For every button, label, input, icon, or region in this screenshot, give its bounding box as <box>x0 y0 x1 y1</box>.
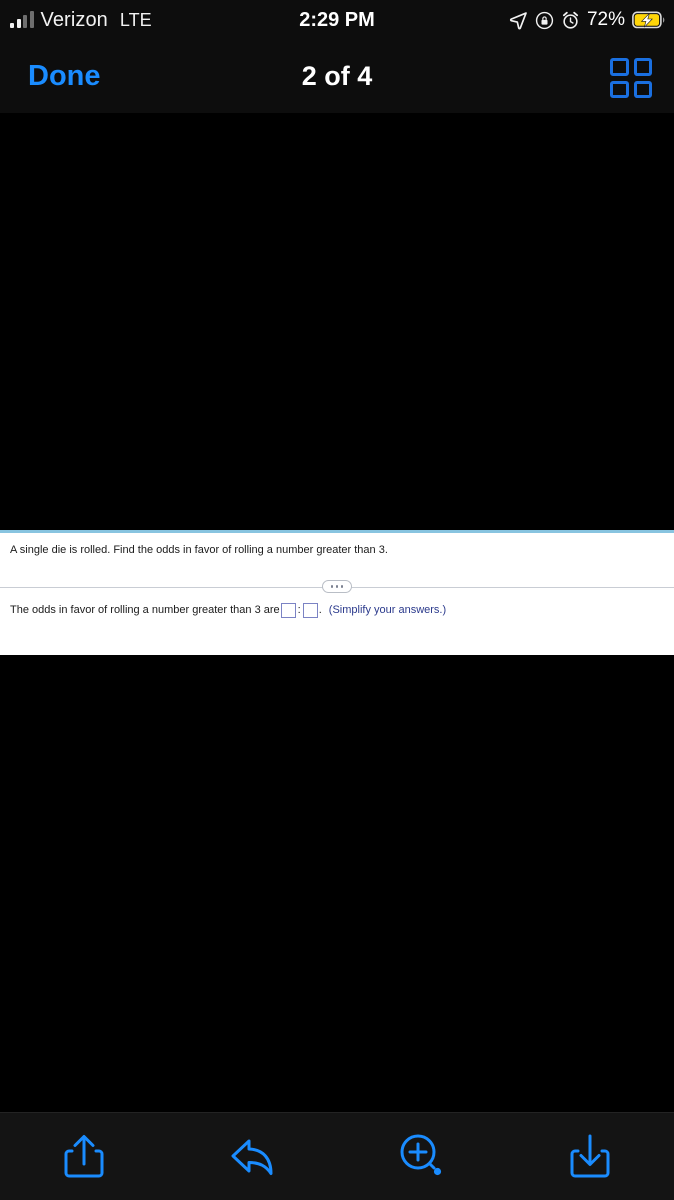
answer-hint-label: (Simplify your answers.) <box>328 604 447 616</box>
zoom-in-button[interactable] <box>337 1113 506 1200</box>
status-bar-right: 72% <box>509 0 666 40</box>
magnifier-plus-icon <box>396 1131 446 1183</box>
worksheet-page: A single die is rolled. Find the odds in… <box>0 530 674 655</box>
answer-period: . <box>318 604 322 616</box>
share-button[interactable] <box>0 1113 169 1200</box>
download-button[interactable] <box>506 1113 674 1200</box>
location-arrow-icon <box>509 11 528 30</box>
section-divider <box>0 580 674 594</box>
grid-cell-4 <box>633 80 652 98</box>
ellipsis-pill-icon[interactable] <box>322 580 352 593</box>
grid-cell-2 <box>633 58 652 76</box>
page-title: 2 of 4 <box>301 61 373 91</box>
download-icon <box>567 1131 613 1183</box>
answer-input-numerator[interactable] <box>280 603 296 619</box>
alarm-clock-icon <box>561 11 580 30</box>
reply-arrow-icon <box>227 1132 279 1182</box>
phone-screen: Verizon LTE 2:29 PM 72% Done 2 of 4 A si… <box>0 0 674 1200</box>
battery-charging-icon <box>632 11 666 29</box>
grid-cell-1 <box>610 58 629 76</box>
grid-cell-3 <box>610 80 629 98</box>
bottom-toolbar <box>0 1112 674 1200</box>
navigation-bar: Done 2 of 4 <box>0 40 674 113</box>
share-icon <box>61 1131 107 1183</box>
grid-view-button[interactable] <box>610 58 652 98</box>
rotation-lock-icon <box>535 11 554 30</box>
battery-percent-label: 72% <box>586 9 625 30</box>
answer-separator: : <box>297 604 301 616</box>
status-bar: Verizon LTE 2:29 PM 72% <box>0 0 674 40</box>
document-viewer[interactable]: A single die is rolled. Find the odds in… <box>0 113 674 1112</box>
answer-prompt-label: The odds in favor of rolling a number gr… <box>10 604 280 616</box>
reply-button[interactable] <box>169 1113 338 1200</box>
question-text: A single die is rolled. Find the odds in… <box>10 544 388 556</box>
answer-input-denominator[interactable] <box>302 603 318 619</box>
answer-row: The odds in favor of rolling a number gr… <box>10 603 662 619</box>
